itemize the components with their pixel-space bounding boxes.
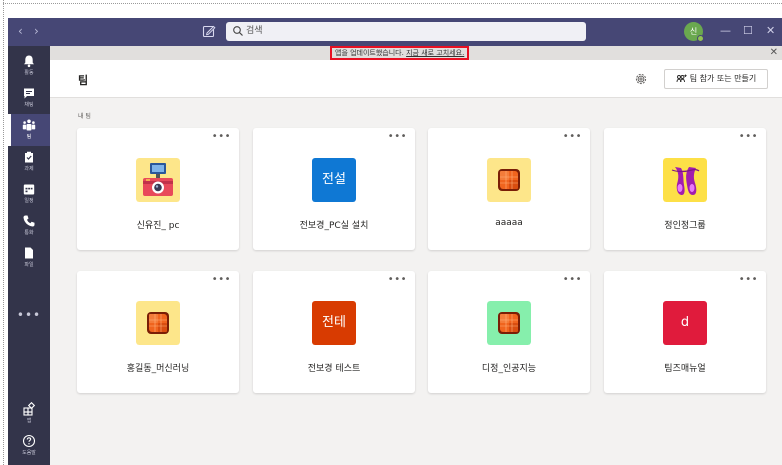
team-avatar: d (663, 301, 707, 345)
team-name: 홍길동_머신러닝 (126, 364, 190, 374)
more-options-icon[interactable]: ••• (212, 132, 231, 142)
forward-arrow-icon[interactable]: › (34, 24, 39, 38)
add-team-icon (676, 74, 687, 83)
rail-item-assignments[interactable]: 과제 (8, 146, 50, 178)
rail-item-calendar[interactable]: 일정 (8, 178, 50, 210)
apps-icon (23, 402, 36, 416)
rail-item-apps[interactable]: 앱 (8, 398, 50, 430)
orange-square-green-avatar-icon (487, 301, 531, 345)
calendar-icon (23, 184, 35, 195)
refresh-now-link[interactable]: 지금 새로 고치세요. (406, 49, 464, 57)
rail-label-apps: 앱 (26, 418, 32, 424)
screenshot-border-left (3, 0, 4, 465)
join-or-create-team-label: 팀 참가 또는 만들기 (689, 74, 757, 83)
rail-label-chat: 채팅 (24, 102, 34, 108)
compose-icon[interactable] (202, 24, 216, 38)
rail-label-calls: 통화 (24, 230, 34, 236)
search-placeholder: 검색 (246, 26, 263, 36)
my-teams-label: 내 팀 (78, 113, 91, 120)
orange-square-avatar-icon (136, 301, 180, 345)
team-card[interactable]: ••• 전설 전보경_PC실 설치 (253, 128, 415, 250)
close-window-icon[interactable]: ✕ (766, 24, 775, 38)
app-rail: 활동 채팅 팀 과제 일정 통화 파일 ••• 앱 도움말 (8, 46, 50, 465)
team-name: 팀즈매뉴얼 (664, 364, 706, 374)
more-options-icon[interactable]: ••• (388, 275, 407, 285)
presence-available-icon (697, 35, 704, 42)
join-or-create-team-button[interactable]: 팀 참가 또는 만들기 (664, 69, 768, 89)
update-message: 앱을 업데이트했습니다. 지금 새로 고치세요. (330, 46, 470, 60)
page-title: 팀 (78, 74, 89, 87)
team-name: 전보경 테스트 (307, 364, 361, 374)
rail-label-teams: 팀 (26, 134, 32, 140)
assignments-icon (25, 151, 33, 163)
title-bar: ‹ › 검색 신 — ☐ ✕ (8, 18, 782, 46)
rail-item-chat[interactable]: 채팅 (8, 82, 50, 114)
camera-avatar-icon (136, 158, 180, 202)
team-avatar: 전설 (312, 158, 356, 202)
help-icon (22, 434, 36, 448)
update-banner: 앱을 업데이트했습니다. 지금 새로 고치세요. ✕ (50, 46, 782, 60)
team-card[interactable]: ••• 디정_인공지능 (428, 271, 590, 393)
team-name: aaaaa (495, 218, 523, 228)
more-options-icon[interactable]: ••• (388, 132, 407, 142)
more-apps-icon[interactable]: ••• (8, 308, 50, 322)
orange-square-avatar-icon (487, 158, 531, 202)
file-icon (25, 247, 33, 259)
update-message-text: 앱을 업데이트했습니다. (335, 49, 404, 57)
search-icon (233, 26, 243, 36)
more-options-icon[interactable]: ••• (563, 275, 582, 285)
teams-window: ‹ › 검색 신 — ☐ ✕ 활동 채팅 팀 과제 일정 통화 파일 ••• 앱… (8, 18, 782, 465)
rail-label-assignments: 과제 (24, 166, 34, 172)
team-name: 전보경_PC실 설치 (299, 221, 369, 231)
team-name: 디정_인공지능 (481, 364, 537, 374)
more-options-icon[interactable]: ••• (563, 132, 582, 142)
team-card[interactable]: ••• 신유진_ pc (77, 128, 239, 250)
team-card[interactable]: ••• 정인정그룹 (604, 128, 766, 250)
rail-label-files: 파일 (24, 262, 34, 268)
teams-header: 팀 팀 참가 또는 만들기 (50, 60, 782, 98)
phone-icon (23, 215, 35, 227)
rail-label-help: 도움말 (22, 450, 36, 456)
team-card[interactable]: ••• 전테 전보경 테스트 (253, 271, 415, 393)
bell-icon (24, 55, 34, 68)
team-name: 신유진_ pc (136, 221, 180, 231)
maximize-icon[interactable]: ☐ (743, 24, 753, 38)
screenshot-border-top (3, 3, 782, 4)
close-banner-icon[interactable]: ✕ (770, 47, 778, 59)
team-card[interactable]: ••• aaaaa (428, 128, 590, 250)
team-name: 정인정그룹 (664, 221, 706, 231)
rail-item-activity[interactable]: 활동 (8, 50, 50, 82)
more-options-icon[interactable]: ••• (739, 275, 758, 285)
team-card[interactable]: ••• 홍길동_머신러닝 (77, 271, 239, 393)
rail-item-calls[interactable]: 통화 (8, 210, 50, 242)
rail-item-files[interactable]: 파일 (8, 242, 50, 274)
gear-icon[interactable] (634, 72, 648, 86)
teams-icon (22, 119, 36, 131)
team-avatar: 전테 (312, 301, 356, 345)
team-card[interactable]: ••• d 팀즈매뉴얼 (604, 271, 766, 393)
rail-item-help[interactable]: 도움말 (8, 430, 50, 462)
ballet-shoes-avatar-icon (663, 158, 707, 202)
search-input[interactable]: 검색 (226, 22, 586, 41)
back-arrow-icon[interactable]: ‹ (18, 24, 23, 38)
rail-label-calendar: 일정 (24, 198, 34, 204)
more-options-icon[interactable]: ••• (739, 132, 758, 142)
chat-icon (24, 88, 34, 99)
rail-label-activity: 활동 (24, 70, 34, 76)
minimize-icon[interactable]: — (720, 24, 731, 38)
rail-item-teams[interactable]: 팀 (8, 114, 50, 146)
more-options-icon[interactable]: ••• (212, 275, 231, 285)
